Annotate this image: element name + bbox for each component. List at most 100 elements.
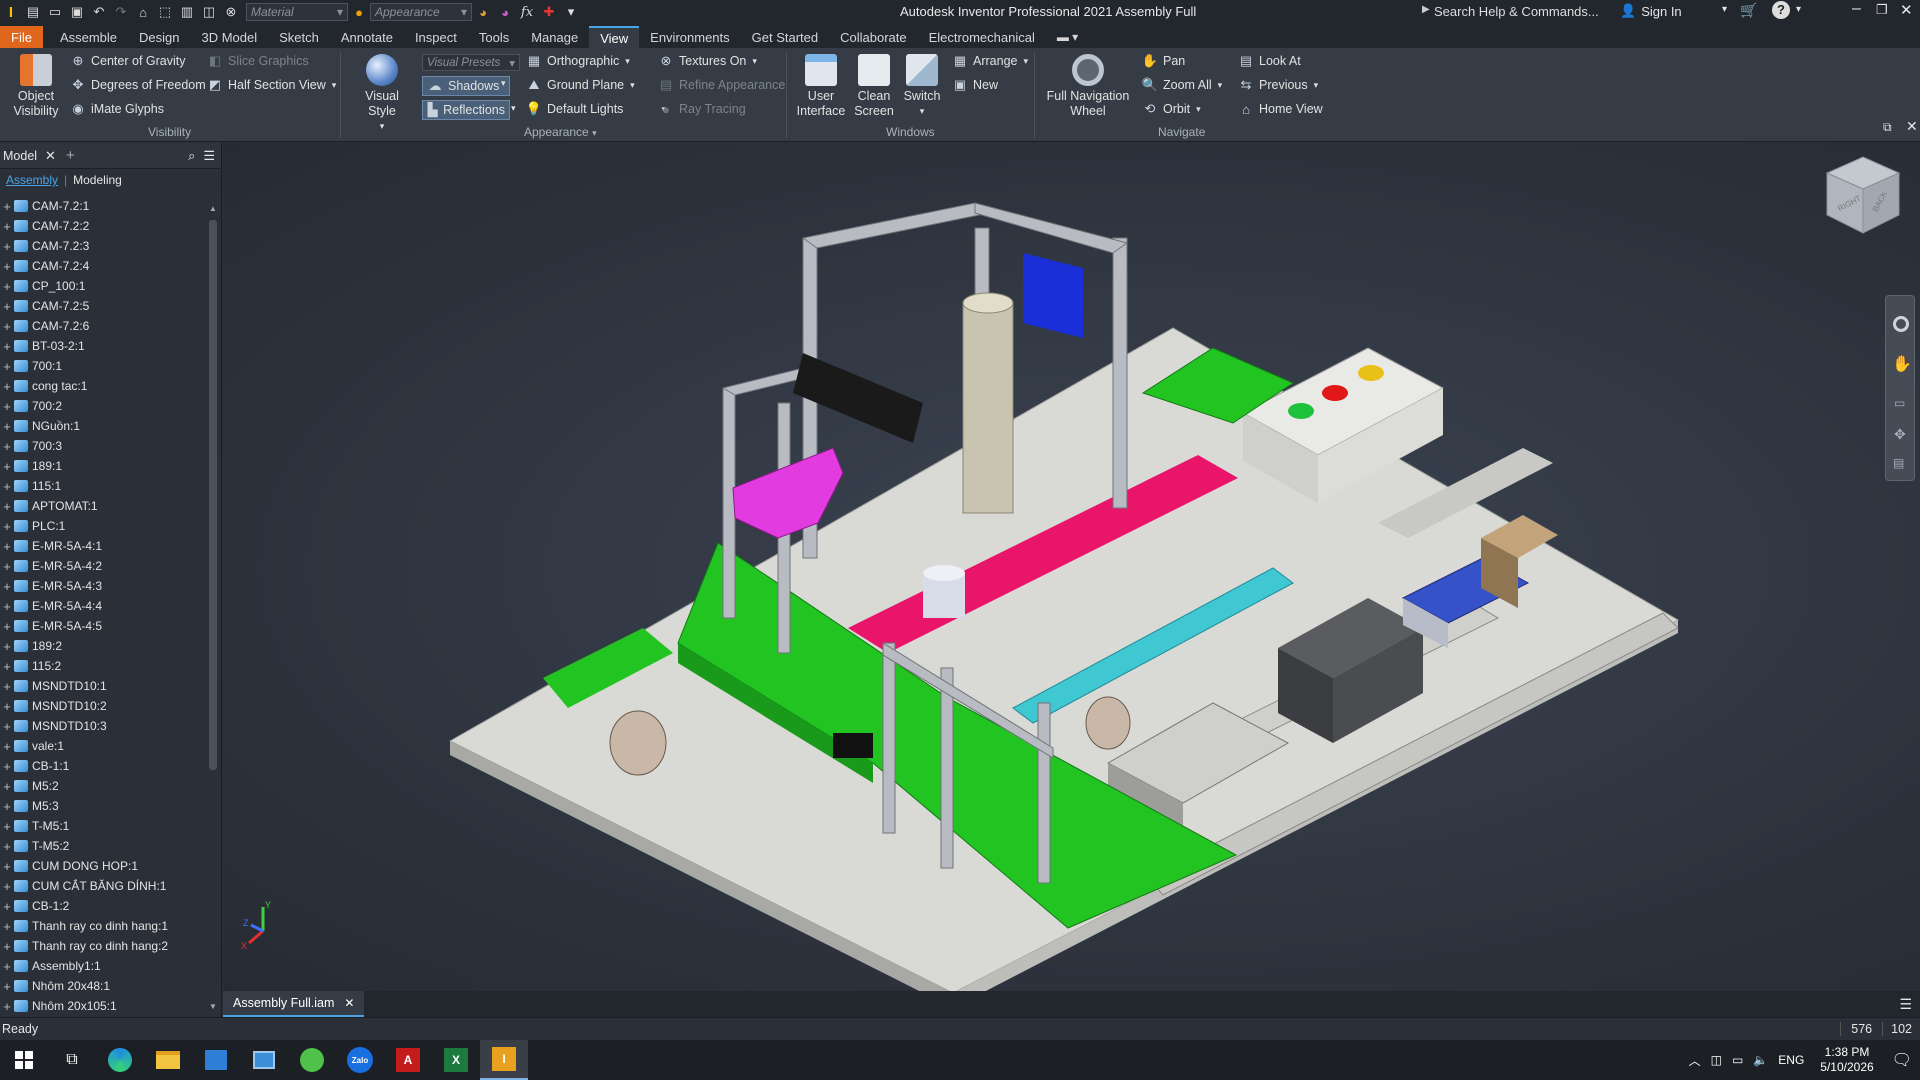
tab-electromechanical[interactable]: Electromechanical xyxy=(918,26,1046,48)
zoom-all-button[interactable]: 🔍 Zoom All ▾ xyxy=(1142,77,1222,93)
tab-collaborate[interactable]: Collaborate xyxy=(829,26,918,48)
expand-icon[interactable]: + xyxy=(0,279,14,294)
expand-icon[interactable]: + xyxy=(0,859,14,874)
tab-design[interactable]: Design xyxy=(128,26,190,48)
browser-menu-icon[interactable]: ☰ xyxy=(203,148,215,164)
tab-assemble[interactable]: Assemble xyxy=(49,26,128,48)
expand-icon[interactable]: + xyxy=(0,899,14,914)
tree-item[interactable]: + BT-03-2:1 xyxy=(0,336,205,356)
arrange-button[interactable]: ▦ Arrange ▾ xyxy=(952,53,1028,69)
tab-tools[interactable]: Tools xyxy=(468,26,520,48)
tree-item[interactable]: + M5:2 xyxy=(0,776,205,796)
save-icon[interactable]: ▣ xyxy=(66,2,88,22)
tree-item[interactable]: + APTOMAT:1 xyxy=(0,496,205,516)
task-view-icon[interactable]: ⧉ xyxy=(48,1040,96,1080)
home-view-button[interactable]: ⌂ Home View xyxy=(1238,101,1323,117)
expand-icon[interactable]: + xyxy=(0,779,14,794)
nav-pan-icon[interactable]: ✋ xyxy=(1892,354,1912,374)
expand-icon[interactable]: + xyxy=(0,319,14,334)
close-icon[interactable]: ✕ xyxy=(1900,1,1913,19)
open-icon[interactable]: ▭ xyxy=(44,2,66,22)
tree-item[interactable]: + E-MR-5A-4:1 xyxy=(0,536,205,556)
measure-icon[interactable]: ◫ xyxy=(198,2,220,22)
expand-icon[interactable]: + xyxy=(0,499,14,514)
expand-icon[interactable]: + xyxy=(0,599,14,614)
language-indicator[interactable]: ENG xyxy=(1778,1053,1804,1067)
tree-item[interactable]: + CAM-7.2:6 xyxy=(0,316,205,336)
expand-icon[interactable]: + xyxy=(0,659,14,674)
user-interface-button[interactable]: User Interface xyxy=(794,54,848,119)
file-explorer-icon[interactable] xyxy=(144,1040,192,1080)
tab-annotate[interactable]: Annotate xyxy=(330,26,404,48)
tray-up-icon[interactable]: ︿ xyxy=(1689,1052,1701,1069)
close-document-tab-icon[interactable]: ✕ xyxy=(344,996,354,1010)
inventor-taskbar-icon[interactable]: I xyxy=(480,1040,528,1080)
expand-icon[interactable]: + xyxy=(0,979,14,994)
notifications-icon[interactable]: 🗨 xyxy=(1892,1050,1912,1070)
ray-tracing-button[interactable]: ● Ray Tracing xyxy=(658,101,746,117)
expand-icon[interactable]: + xyxy=(0,919,14,934)
previous-view-button[interactable]: ⇆ Previous ▾ xyxy=(1238,77,1319,93)
reflections-button[interactable]: ▙ Reflections xyxy=(422,100,510,120)
redo-icon[interactable]: ↷ xyxy=(110,2,132,22)
undo-icon[interactable]: ↶ xyxy=(88,2,110,22)
select-icon[interactable]: ⬚ xyxy=(154,2,176,22)
appearance-panel-label[interactable]: Appearance ▾ xyxy=(524,125,597,139)
tree-item[interactable]: +700:3 xyxy=(0,436,205,456)
calculator-app-icon[interactable] xyxy=(240,1040,288,1080)
tree-item[interactable]: + Nhôm 20x48:1 xyxy=(0,976,205,996)
expand-icon[interactable]: + xyxy=(0,479,14,494)
expand-icon[interactable]: + xyxy=(0,679,14,694)
tree-item[interactable]: + cong tac:1 xyxy=(0,376,205,396)
autocad-icon[interactable]: A xyxy=(384,1040,432,1080)
help-icon[interactable]: ? xyxy=(1772,1,1790,19)
expand-icon[interactable]: + xyxy=(0,799,14,814)
tree-item[interactable]: + T-M5:2 xyxy=(0,836,205,856)
viewcube[interactable]: RIGHT BACK xyxy=(1823,155,1903,237)
expand-icon[interactable]: + xyxy=(0,719,14,734)
tree-item[interactable]: + CAM-7.2:3 xyxy=(0,236,205,256)
tab-inspect[interactable]: Inspect xyxy=(404,26,468,48)
nav-wheel-icon[interactable] xyxy=(1893,316,1909,332)
shadows-dropdown-icon[interactable]: ▾ xyxy=(501,78,506,89)
orthographic-button[interactable]: ▦ Orthographic ▾ xyxy=(526,53,630,69)
refine-appearance-button[interactable]: ▤ Refine Appearance xyxy=(658,77,786,93)
store-icon[interactable] xyxy=(192,1040,240,1080)
sign-in-button[interactable]: 👤 Sign In xyxy=(1620,3,1682,19)
expand-icon[interactable]: + xyxy=(0,459,14,474)
tree-item[interactable]: +115:1 xyxy=(0,476,205,496)
tree-item[interactable]: +115:2 xyxy=(0,656,205,676)
restore-icon[interactable]: ❐ xyxy=(1876,2,1888,18)
visual-style-button[interactable]: Visual Style ▾ xyxy=(350,54,414,134)
browser-scrollbar[interactable]: ▲ ▼ xyxy=(206,198,220,1013)
expand-icon[interactable]: + xyxy=(0,239,14,254)
expand-icon[interactable]: + xyxy=(0,819,14,834)
expand-icon[interactable]: + xyxy=(0,579,14,594)
tree-item[interactable]: +700:2 xyxy=(0,396,205,416)
reflections-dropdown-icon[interactable]: ▾ xyxy=(511,103,516,114)
imate-glyphs-button[interactable]: ◉ iMate Glyphs xyxy=(70,101,164,117)
document-tab[interactable]: Assembly Full.iam ✕ xyxy=(223,991,365,1017)
expand-icon[interactable]: + xyxy=(0,379,14,394)
tree-item[interactable]: + Thanh ray co dinh hang:1 xyxy=(0,916,205,936)
expand-icon[interactable]: + xyxy=(0,519,14,534)
expand-arrow-icon[interactable]: ▶ xyxy=(1422,4,1430,15)
clock[interactable]: 1:38 PM 5/10/2026 xyxy=(1820,1045,1873,1075)
browser-search-icon[interactable]: ⌕ xyxy=(188,148,195,164)
tree-item[interactable]: + E-MR-5A-4:3 xyxy=(0,576,205,596)
close-browser-icon[interactable]: ✕ xyxy=(45,148,56,164)
tree-item[interactable]: + MSNDTD10:3 xyxy=(0,716,205,736)
material-dropdown[interactable]: Material ▾ xyxy=(246,3,348,21)
default-lights-button[interactable]: 💡 Default Lights ▾ xyxy=(526,101,666,117)
tab-file[interactable]: File xyxy=(0,26,43,48)
expand-icon[interactable]: + xyxy=(0,619,14,634)
tree-item[interactable]: + CAM-7.2:5 xyxy=(0,296,205,316)
orbit-button[interactable]: ⟲ Orbit ▾ xyxy=(1142,101,1201,117)
tab-get-started[interactable]: Get Started xyxy=(741,26,829,48)
document-menu-icon[interactable]: ☰ xyxy=(1899,996,1912,1013)
switch-button[interactable]: Switch ▾ xyxy=(900,54,944,119)
tree-item[interactable]: + E-MR-5A-4:5 xyxy=(0,616,205,636)
home-icon[interactable]: ⌂ xyxy=(132,2,154,22)
tree-item[interactable]: + MSNDTD10:2 xyxy=(0,696,205,716)
expand-icon[interactable]: + xyxy=(0,199,14,214)
